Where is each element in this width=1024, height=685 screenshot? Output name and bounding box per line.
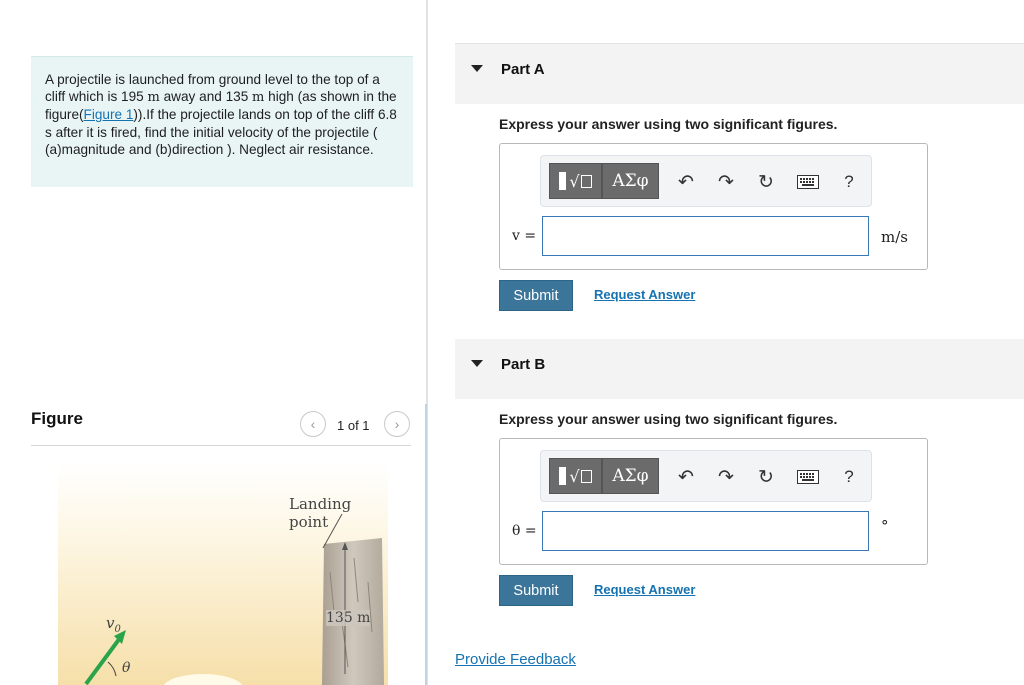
help-icon[interactable]: ? — [836, 464, 862, 490]
figure-title: Figure — [31, 409, 83, 428]
chevron-left-icon: ‹ — [310, 416, 316, 432]
undo-icon[interactable]: ↶ — [673, 464, 699, 490]
keyboard-icon[interactable] — [795, 464, 821, 490]
reset-icon[interactable]: ↻ — [753, 464, 779, 490]
part-a-instructions: Express your answer using two significan… — [499, 116, 838, 132]
part-a-submit-button[interactable]: Submit — [499, 280, 573, 311]
part-a-request-answer-link[interactable]: Request Answer — [594, 287, 695, 302]
velocity-variable-label: v = — [512, 228, 537, 244]
template-square-icon — [559, 467, 567, 485]
redo-icon[interactable]: ↷ — [713, 169, 739, 195]
part-b-instructions: Express your answer using two significan… — [499, 411, 838, 427]
unit-meters: m — [147, 90, 160, 106]
next-figure-button[interactable]: › — [384, 411, 410, 437]
part-a-title: Part A — [501, 61, 545, 78]
figure-header: Figure ‹ 1 of 1 › — [31, 405, 411, 446]
symbols-button[interactable]: ΑΣφ — [602, 163, 659, 199]
landing-point-label: Landing point — [289, 495, 352, 531]
part-a-header[interactable]: Part A — [455, 44, 1024, 104]
unit-meters: m — [252, 90, 265, 106]
angle-label: θ — [122, 660, 131, 676]
keyboard-glyph — [797, 175, 819, 189]
cliff-figure: Landing point 135 m v0 θ — [58, 462, 388, 685]
math-toolbar: √ ΑΣφ ↶ ↷ ↻ ? — [540, 155, 872, 207]
part-b-request-answer-link[interactable]: Request Answer — [594, 582, 695, 597]
figure-pager-count: 1 of 1 — [337, 418, 370, 433]
radical-icon: √ — [569, 172, 592, 191]
help-icon[interactable]: ? — [836, 169, 862, 195]
keyboard-icon[interactable] — [795, 169, 821, 195]
templates-button[interactable]: √ — [549, 163, 602, 199]
velocity-answer-input[interactable] — [542, 216, 869, 256]
caret-down-icon — [471, 65, 483, 72]
radical-icon: √ — [569, 467, 592, 486]
undo-icon[interactable]: ↶ — [673, 169, 699, 195]
math-toolbar: √ ΑΣφ ↶ ↷ ↻ ? — [540, 450, 872, 502]
part-b-header[interactable]: Part B — [455, 339, 1024, 399]
height-label: 135 m — [326, 610, 371, 626]
angle-variable-label: θ = — [512, 523, 537, 539]
provide-feedback-link[interactable]: Provide Feedback — [455, 651, 576, 668]
part-b-submit-button[interactable]: Submit — [499, 575, 573, 606]
chevron-right-icon: › — [394, 416, 400, 432]
figure-link[interactable]: Figure 1 — [84, 107, 134, 122]
initial-velocity-label: v0 — [106, 614, 121, 635]
column-divider-accent — [425, 404, 427, 685]
v0-subscript: 0 — [114, 624, 121, 635]
part-b-title: Part B — [501, 356, 546, 373]
problem-statement: A projectile is launched from ground lev… — [31, 56, 413, 187]
part-a-answer-box: √ ΑΣφ ↶ ↷ ↻ ? v = m/s — [499, 143, 928, 270]
velocity-unit-label: m/s — [881, 228, 908, 246]
problem-text: away and 135 — [159, 89, 253, 105]
part-b-answer-box: √ ΑΣφ ↶ ↷ ↻ ? θ = ° — [499, 438, 928, 565]
angle-answer-input[interactable] — [542, 511, 869, 551]
keyboard-glyph — [797, 470, 819, 484]
redo-icon[interactable]: ↷ — [713, 464, 739, 490]
symbols-button[interactable]: ΑΣφ — [602, 458, 659, 494]
reset-icon[interactable]: ↻ — [753, 169, 779, 195]
caret-down-icon — [471, 360, 483, 367]
previous-figure-button[interactable]: ‹ — [300, 411, 326, 437]
degree-unit-label: ° — [881, 517, 889, 535]
templates-button[interactable]: √ — [549, 458, 602, 494]
template-square-icon — [559, 172, 567, 190]
